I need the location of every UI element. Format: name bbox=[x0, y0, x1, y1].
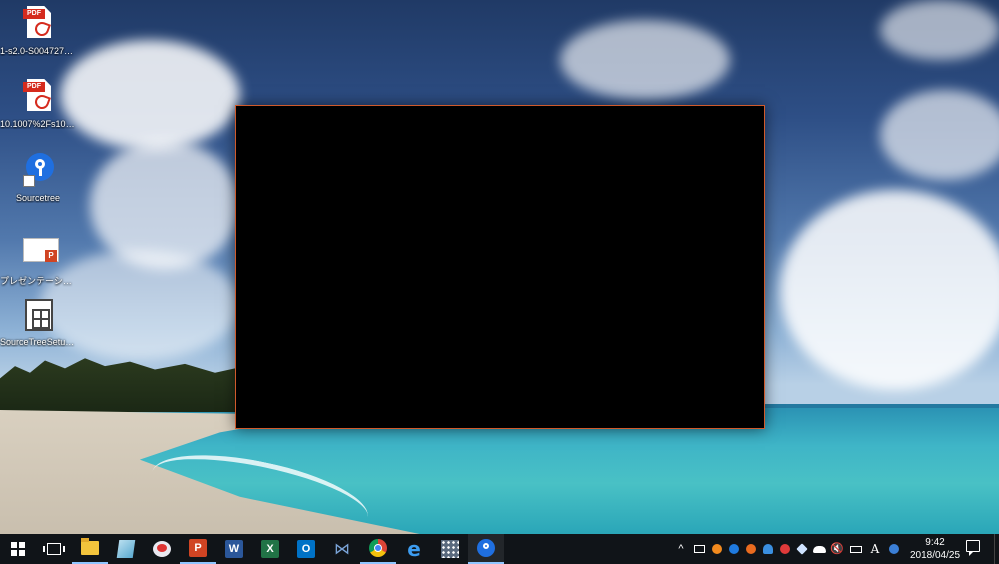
tray-dropbox-icon[interactable] bbox=[795, 541, 809, 557]
taskbar-excel[interactable]: X bbox=[252, 534, 288, 564]
tray-volume-icon[interactable]: 🔇 bbox=[830, 541, 844, 557]
taskbar-powerpoint[interactable]: P bbox=[180, 534, 216, 564]
butterfly-icon: ⋈ bbox=[334, 541, 350, 558]
tray-onedrive-icon[interactable] bbox=[812, 541, 826, 557]
sourcetree-icon bbox=[477, 539, 495, 557]
sourcetree-icon bbox=[21, 153, 55, 189]
tray-battery-icon[interactable] bbox=[849, 541, 863, 557]
tray-update-icon[interactable] bbox=[744, 541, 758, 557]
task-view-button[interactable] bbox=[36, 534, 72, 564]
tray-app-icon[interactable] bbox=[887, 541, 901, 557]
excel-icon: X bbox=[261, 540, 279, 558]
taskbar-word[interactable]: W bbox=[216, 534, 252, 564]
desktop-icon-label: 10.1007%2Fs107... bbox=[0, 119, 76, 129]
desktop-icon-label: 1-s2.0-S0047272... bbox=[0, 46, 76, 56]
tray-input-indicator[interactable]: A bbox=[868, 541, 882, 557]
ppt-badge: P bbox=[45, 250, 57, 262]
tray-network-icon[interactable] bbox=[692, 541, 706, 557]
taskbar: P W X O ⋈ e ^ 🔇 A 9:42 2018/04/25 bbox=[0, 534, 999, 564]
desktop[interactable]: PDF 1-s2.0-S0047272... PDF 10.1007%2Fs10… bbox=[0, 0, 999, 534]
edge-icon: e bbox=[407, 537, 421, 561]
tray-antivirus-icon[interactable] bbox=[710, 541, 724, 557]
cloud bbox=[90, 140, 240, 270]
desktop-icon-presentation[interactable]: P プレゼンテーション1 bbox=[0, 234, 76, 287]
taskbar-clock[interactable]: 9:42 2018/04/25 bbox=[905, 536, 965, 562]
taskbar-edge[interactable]: e bbox=[396, 534, 432, 564]
calculator-icon bbox=[441, 540, 459, 558]
desktop-icon-setup[interactable]: SourceTreeSetup... bbox=[0, 297, 76, 347]
pdf-file-icon: PDF bbox=[21, 79, 55, 115]
pdf-file-icon: PDF bbox=[21, 6, 55, 42]
notepad-icon bbox=[116, 540, 136, 558]
folder-icon bbox=[81, 538, 99, 555]
word-icon: W bbox=[225, 540, 243, 558]
clock-time: 9:42 bbox=[925, 537, 945, 548]
show-desktop-button[interactable] bbox=[994, 534, 999, 564]
pdf-label: PDF bbox=[23, 9, 45, 19]
desktop-icon-sourcetree[interactable]: Sourcetree bbox=[0, 153, 76, 203]
windows-logo-icon bbox=[11, 542, 25, 556]
black-app-window[interactable] bbox=[235, 105, 765, 429]
taskbar-butterfly-app[interactable]: ⋈ bbox=[324, 534, 360, 564]
cloud bbox=[880, 0, 999, 60]
desktop-icon-pdf1[interactable]: PDF 1-s2.0-S0047272... bbox=[0, 6, 76, 56]
taskbar-outlook[interactable]: O bbox=[288, 534, 324, 564]
shortcut-arrow-icon bbox=[23, 175, 35, 187]
outlook-icon: O bbox=[297, 540, 315, 558]
desktop-icon-pdf2[interactable]: PDF 10.1007%2Fs107... bbox=[0, 79, 76, 129]
desktop-icon-label: Sourcetree bbox=[15, 193, 61, 203]
tray-overflow-chevron[interactable]: ^ bbox=[674, 541, 688, 557]
task-view-icon bbox=[43, 543, 65, 555]
start-button[interactable] bbox=[0, 534, 36, 564]
tray-bluetooth-icon[interactable] bbox=[727, 541, 741, 557]
powerpoint-file-icon: P bbox=[21, 234, 59, 270]
pdf-label: PDF bbox=[23, 82, 45, 92]
app-icon bbox=[153, 541, 171, 557]
cloud bbox=[560, 20, 730, 100]
tray-security-icon[interactable] bbox=[778, 541, 792, 557]
taskbar-chrome[interactable] bbox=[360, 534, 396, 564]
cloud bbox=[880, 90, 999, 180]
taskbar-notepad[interactable] bbox=[108, 534, 144, 564]
desktop-icon-label: プレゼンテーション1 bbox=[0, 276, 76, 286]
powerpoint-icon: P bbox=[189, 539, 207, 557]
taskbar-app[interactable] bbox=[144, 534, 180, 564]
trees bbox=[0, 358, 250, 412]
cloud bbox=[60, 40, 240, 150]
taskbar-file-explorer[interactable] bbox=[72, 534, 108, 564]
clock-date: 2018/04/25 bbox=[909, 550, 961, 561]
desktop-icon-label: SourceTreeSetup... bbox=[0, 337, 76, 347]
cloud bbox=[780, 190, 999, 390]
installer-icon bbox=[21, 297, 55, 333]
taskbar-sourcetree[interactable] bbox=[468, 534, 504, 564]
tray-cloud-sync-icon[interactable] bbox=[761, 541, 775, 557]
action-center-icon[interactable] bbox=[966, 540, 980, 556]
taskbar-calculator[interactable] bbox=[432, 534, 468, 564]
chrome-icon bbox=[369, 539, 387, 557]
